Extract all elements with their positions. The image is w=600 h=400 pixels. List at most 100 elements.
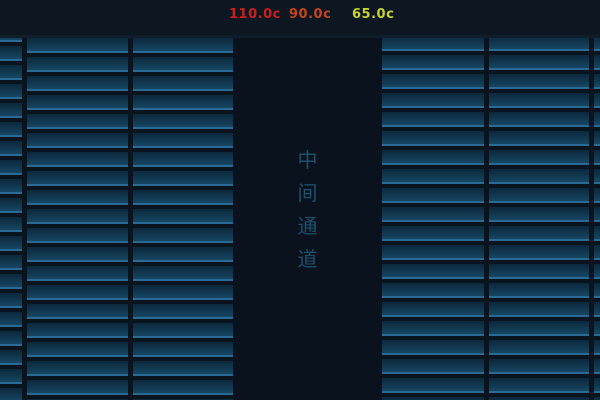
rack-slot[interactable] <box>489 150 589 165</box>
rack-slot[interactable] <box>382 207 484 222</box>
rack-slot[interactable] <box>489 302 589 317</box>
rack-slot[interactable] <box>382 378 484 393</box>
rack-slot[interactable] <box>594 93 600 108</box>
rack-slot[interactable] <box>27 38 128 53</box>
rack-slot[interactable] <box>27 76 128 91</box>
rack-slot[interactable] <box>594 188 600 203</box>
rack-slot[interactable] <box>489 283 589 298</box>
rack-slot[interactable] <box>489 207 589 222</box>
rack-slot[interactable] <box>27 57 128 72</box>
rack-slot[interactable] <box>382 150 484 165</box>
rack-slot[interactable] <box>133 114 233 129</box>
rack-slot[interactable] <box>594 131 600 146</box>
rack-slot[interactable] <box>0 141 22 156</box>
rack-slot[interactable] <box>0 236 22 251</box>
rack-slot[interactable] <box>133 152 233 167</box>
rack-slot[interactable] <box>133 323 233 338</box>
rack-slot[interactable] <box>27 285 128 300</box>
rack-slot[interactable] <box>594 112 600 127</box>
rack-slot[interactable] <box>133 133 233 148</box>
rack-slot[interactable] <box>133 38 233 53</box>
rack-slot[interactable] <box>382 340 484 355</box>
rack-slot[interactable] <box>594 226 600 241</box>
rack-slot[interactable] <box>27 209 128 224</box>
rack-slot[interactable] <box>133 57 233 72</box>
rack-slot[interactable] <box>0 160 22 175</box>
rack-slot[interactable] <box>489 55 589 70</box>
rack-slot[interactable] <box>133 95 233 110</box>
rack-slot[interactable] <box>382 188 484 203</box>
rack-slot[interactable] <box>27 342 128 357</box>
rack-slot[interactable] <box>594 207 600 222</box>
rack-slot[interactable] <box>594 302 600 317</box>
rack-slot[interactable] <box>0 179 22 194</box>
rack-slot[interactable] <box>382 264 484 279</box>
rack-slot[interactable] <box>594 150 600 165</box>
rack-slot[interactable] <box>489 245 589 260</box>
rack-slot[interactable] <box>489 321 589 336</box>
rack-slot[interactable] <box>594 245 600 260</box>
rack-slot[interactable] <box>27 95 128 110</box>
rack-slot[interactable] <box>382 321 484 336</box>
rack-slot[interactable] <box>0 103 22 118</box>
rack-slot[interactable] <box>133 76 233 91</box>
rack-slot[interactable] <box>382 226 484 241</box>
rack-slot[interactable] <box>0 38 22 42</box>
rack-slot[interactable] <box>489 359 589 374</box>
rack-slot[interactable] <box>382 74 484 89</box>
rack-slot[interactable] <box>594 169 600 184</box>
rack-slot[interactable] <box>489 93 589 108</box>
rack-slot[interactable] <box>594 74 600 89</box>
rack-slot[interactable] <box>489 226 589 241</box>
rack-slot[interactable] <box>382 169 484 184</box>
rack-slot[interactable] <box>0 198 22 213</box>
rack-slot[interactable] <box>382 245 484 260</box>
rack-slot[interactable] <box>27 361 128 376</box>
rack-slot[interactable] <box>0 84 22 99</box>
rack-slot[interactable] <box>133 342 233 357</box>
rack-slot[interactable] <box>0 217 22 232</box>
rack-slot[interactable] <box>594 321 600 336</box>
rack-slot[interactable] <box>0 65 22 80</box>
rack-slot[interactable] <box>27 152 128 167</box>
rack-slot[interactable] <box>0 122 22 137</box>
rack-slot[interactable] <box>0 350 22 365</box>
rack-slot[interactable] <box>489 378 589 393</box>
rack-slot[interactable] <box>0 312 22 327</box>
rack-slot[interactable] <box>27 171 128 186</box>
rack-slot[interactable] <box>27 247 128 262</box>
rack-slot[interactable] <box>133 304 233 319</box>
rack-slot[interactable] <box>27 380 128 395</box>
rack-slot[interactable] <box>27 266 128 281</box>
rack-slot[interactable] <box>133 209 233 224</box>
rack-slot[interactable] <box>27 304 128 319</box>
rack-slot[interactable] <box>489 74 589 89</box>
rack-slot[interactable] <box>133 228 233 243</box>
rack-slot[interactable] <box>0 255 22 270</box>
rack-slot[interactable] <box>489 188 589 203</box>
rack-slot[interactable] <box>382 131 484 146</box>
rack-slot[interactable] <box>594 359 600 374</box>
rack-slot[interactable] <box>27 190 128 205</box>
rack-slot[interactable] <box>489 264 589 279</box>
rack-slot[interactable] <box>0 293 22 308</box>
rack-slot[interactable] <box>489 169 589 184</box>
rack-slot[interactable] <box>0 274 22 289</box>
rack-slot[interactable] <box>382 112 484 127</box>
rack-slot[interactable] <box>133 190 233 205</box>
rack-slot[interactable] <box>489 340 589 355</box>
rack-slot[interactable] <box>382 93 484 108</box>
rack-slot[interactable] <box>594 264 600 279</box>
rack-slot[interactable] <box>594 283 600 298</box>
rack-slot[interactable] <box>382 359 484 374</box>
rack-slot[interactable] <box>489 131 589 146</box>
rack-slot[interactable] <box>594 378 600 393</box>
rack-slot[interactable] <box>382 302 484 317</box>
rack-slot[interactable] <box>133 171 233 186</box>
rack-slot[interactable] <box>382 283 484 298</box>
rack-slot[interactable] <box>382 55 484 70</box>
rack-slot[interactable] <box>133 361 233 376</box>
rack-slot[interactable] <box>133 247 233 262</box>
rack-slot[interactable] <box>27 323 128 338</box>
rack-slot[interactable] <box>594 340 600 355</box>
